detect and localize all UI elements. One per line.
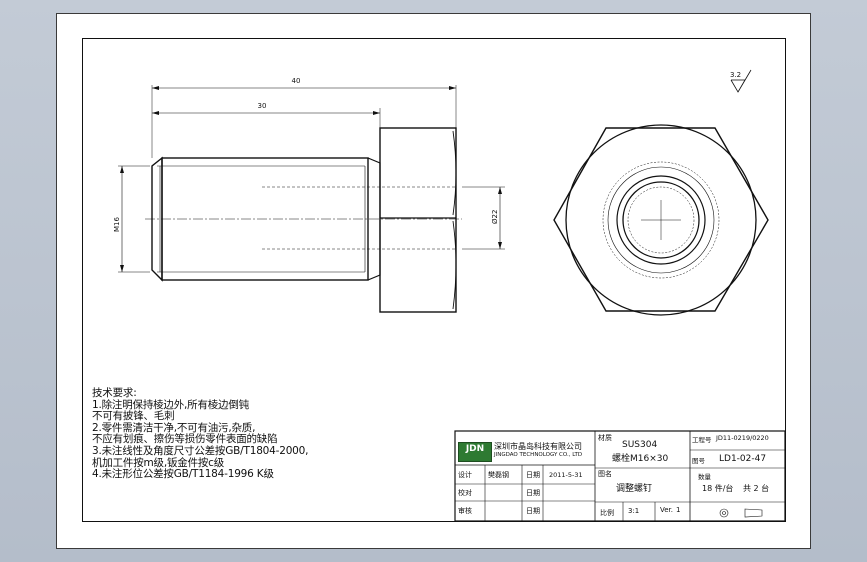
- part-name-value: 调整螺钉: [616, 484, 653, 494]
- roughness-value: 3.2: [730, 71, 741, 79]
- version-value: 1: [676, 506, 681, 514]
- check-date-label: 日期: [526, 489, 540, 497]
- spec-value: 螺栓M16×30: [612, 454, 669, 464]
- project-value: JD11-0219/0220: [716, 434, 769, 442]
- part-name-label: 图名: [598, 470, 612, 478]
- material-label: 材质: [598, 434, 612, 442]
- projection-symbol: [719, 508, 729, 518]
- quantity-value: 18 件/台: [702, 484, 734, 493]
- tech-note-line: 4.未注形位公差按GB/T1184-1996 K级: [92, 468, 274, 481]
- drawing-no-label: 图号: [692, 457, 705, 465]
- dim-thread-dia: M16: [113, 217, 121, 232]
- drawing-no-value: LD1-02-47: [719, 454, 767, 464]
- material-value: SUS304: [622, 440, 658, 450]
- design-label: 设计: [458, 471, 472, 479]
- approve-date-label: 日期: [526, 507, 540, 515]
- dim-thread-length: 30: [258, 102, 267, 110]
- sheets-value: 共 2 台: [743, 484, 770, 493]
- bolt-end-view: [553, 124, 769, 316]
- dim-overall-length: 40: [292, 77, 301, 85]
- dimension-lines: [118, 85, 505, 273]
- company-name-en: JINGDAO TECHNOLOGY CO., LTD: [494, 452, 583, 458]
- dim-head-dia: Ø22: [491, 210, 499, 224]
- tech-notes-title: 技术要求:: [92, 387, 137, 399]
- date-value: 2011-5-31: [549, 471, 583, 479]
- scale-label: 比例: [600, 509, 614, 517]
- approve-label: 审核: [458, 507, 472, 515]
- company-logo: JDN: [458, 442, 492, 462]
- company-name-cn: 深圳市晶岛科技有限公司: [494, 442, 582, 451]
- bolt-side-view: [145, 127, 462, 313]
- quantity-label: 数量: [698, 473, 711, 481]
- technical-requirements: 技术要求: 1.除注明保持棱边外,所有棱边倒钝 不可有披锋、毛刺 2.零件需清洁…: [92, 387, 332, 481]
- scale-value: 3:1: [628, 507, 640, 515]
- date-label: 日期: [526, 471, 540, 479]
- designer-name: 樊磊钢: [488, 471, 509, 479]
- version-label: Ver.: [660, 506, 674, 514]
- tech-note-line: 3.未注线性及角度尺寸公差按GB/T1804-2000,: [92, 444, 309, 457]
- check-label: 校对: [458, 489, 472, 497]
- project-label: 工程号: [692, 436, 712, 444]
